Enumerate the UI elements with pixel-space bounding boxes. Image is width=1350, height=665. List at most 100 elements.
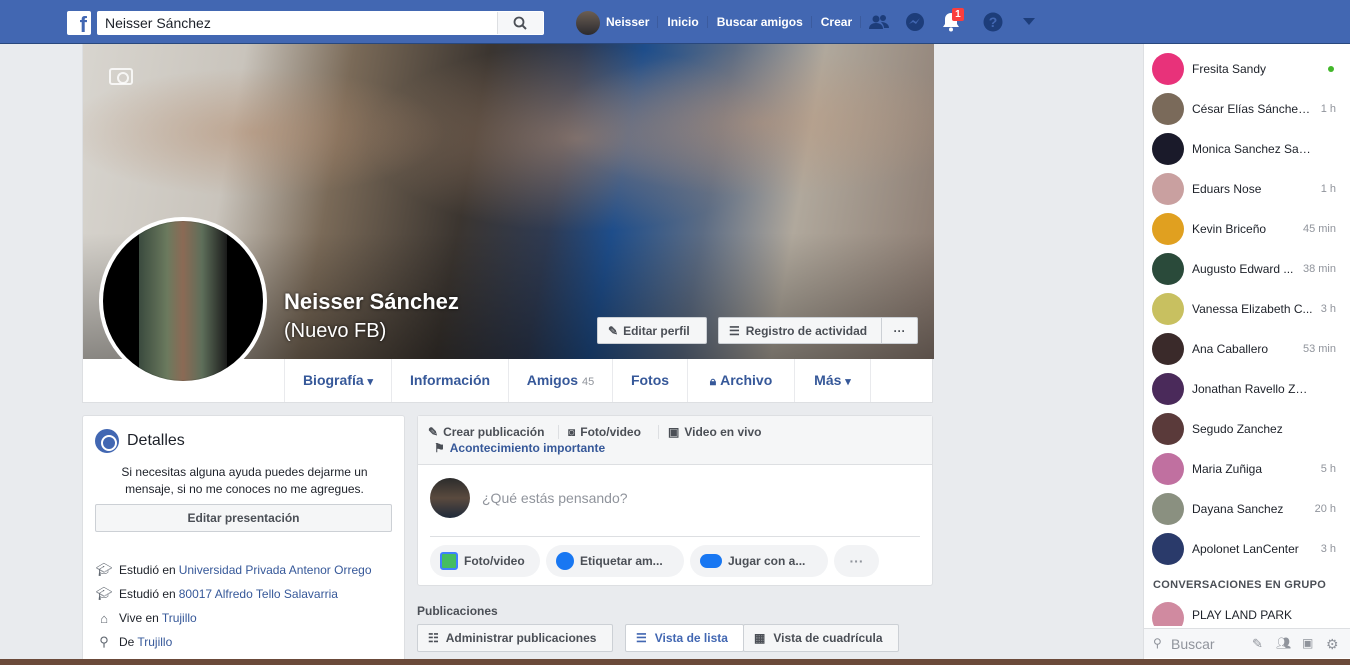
avatar: [1152, 253, 1184, 285]
last-active-time: 3 h: [1320, 543, 1336, 555]
contact-item[interactable]: Vanessa Elizabeth C... 3 h: [1144, 289, 1350, 329]
contact-name: Segudo Zanchez: [1192, 422, 1283, 436]
play-with-button[interactable]: Jugar con a...: [690, 545, 828, 577]
profile-link-label: Neisser: [606, 15, 650, 29]
location-pin-icon: ⚲: [99, 634, 109, 649]
avatar: [1152, 602, 1184, 626]
more-actions-button[interactable]: ···: [834, 545, 879, 577]
avatar: [1152, 53, 1184, 85]
last-active-time: 3 h: [1320, 303, 1336, 315]
camera-icon[interactable]: [109, 68, 133, 85]
details-card: Detalles Si necesitas alguna ayuda puede…: [82, 415, 405, 665]
create-link[interactable]: Crear: [812, 10, 862, 34]
friend-requests-button[interactable]: [861, 0, 897, 44]
lives-in-prefix: Vive en: [119, 611, 159, 625]
contact-name: Dayana Sanchez: [1192, 502, 1284, 516]
chevron-down-icon: ▾: [845, 376, 851, 388]
contact-name: Augusto Edward ...: [1192, 262, 1294, 276]
search-icon: ⚲: [1153, 636, 1162, 650]
life-event-tab[interactable]: ⚑ Acontecimiento importante: [434, 441, 605, 455]
hometown-prefix: De: [119, 635, 135, 649]
education-prefix-2: Estudió en: [119, 587, 176, 601]
lives-in-row: ⌂ Vive en Trujillo: [95, 610, 197, 626]
education-link-2[interactable]: 80017 Alfredo Tello Salavarria: [179, 587, 338, 601]
help-button[interactable]: ?: [975, 0, 1011, 44]
contact-item[interactable]: Jonathan Ravello Zurita: [1144, 369, 1350, 409]
create-post-tab[interactable]: ✎ Crear publicación: [428, 425, 544, 439]
edit-icon[interactable]: ✎: [1252, 636, 1263, 652]
contact-item[interactable]: Eduars Nose 1 h: [1144, 169, 1350, 209]
video-call-icon[interactable]: ▣: [1302, 636, 1313, 650]
photo-video-tab[interactable]: ◙ Foto/video: [558, 425, 641, 439]
tab-archive[interactable]: 🔒︎ Archivo: [688, 359, 795, 402]
search-button[interactable]: [497, 12, 543, 34]
avatar: [1152, 173, 1184, 205]
messenger-icon: [906, 13, 925, 31]
game-controller-icon: [700, 554, 722, 568]
contact-item[interactable]: Ana Caballero 53 min: [1144, 329, 1350, 369]
contact-name: Apolonet LanCenter: [1192, 542, 1299, 556]
tab-timeline[interactable]: Biografía ▾: [284, 359, 392, 402]
globe-icon: [95, 429, 119, 453]
contact-item[interactable]: Augusto Edward ... 38 min: [1144, 249, 1350, 289]
contact-item[interactable]: Apolonet LanCenter 3 h: [1144, 529, 1350, 569]
hometown-row: ⚲ De Trujillo: [95, 634, 172, 650]
os-taskbar: [0, 659, 1350, 665]
activity-log-button[interactable]: ☰ Registro de actividad: [718, 317, 881, 344]
create-post-label: Crear publicación: [443, 425, 545, 439]
tag-friends-icon: [556, 552, 574, 570]
profile-picture-image: [103, 221, 263, 381]
chat-search[interactable]: ⚲ Buscar ✎ 👥︎ ▣ ⚙: [1144, 628, 1350, 658]
find-friends-link[interactable]: Buscar amigos: [708, 10, 812, 34]
tag-friends-button[interactable]: Etiquetar am...: [546, 545, 684, 577]
tab-more[interactable]: Más ▾: [795, 359, 871, 402]
tab-more-label: Más: [814, 372, 842, 388]
tab-photos[interactable]: Fotos: [613, 359, 688, 402]
account-menu-button[interactable]: [1011, 0, 1047, 44]
contact-item[interactable]: Segudo Zanchez: [1144, 409, 1350, 449]
contact-item[interactable]: Kevin Briceño 45 min: [1144, 209, 1350, 249]
education-link-1[interactable]: Universidad Privada Antenor Orrego: [179, 563, 372, 577]
last-active-time: 53 min: [1302, 343, 1336, 355]
facebook-logo-icon[interactable]: f: [67, 11, 91, 35]
contact-name: Monica Sanchez Sabedra: [1192, 142, 1314, 156]
profile-link[interactable]: Neisser: [576, 10, 659, 35]
edit-profile-button[interactable]: ✎ Editar perfil: [597, 317, 707, 344]
profile-name[interactable]: Neisser Sánchez: [284, 289, 459, 315]
tab-about[interactable]: Información: [392, 359, 509, 402]
list-icon: ☰: [636, 631, 647, 645]
avatar: [1152, 93, 1184, 125]
live-video-tab[interactable]: ▣ Video en vivo: [658, 425, 761, 439]
list-icon: ☰: [729, 323, 740, 338]
messenger-button[interactable]: [897, 0, 933, 44]
search-input[interactable]: [98, 12, 498, 34]
grid-view-button[interactable]: ▦ Vista de cuadrícula: [743, 624, 899, 652]
tab-friends[interactable]: Amigos 45: [509, 359, 613, 402]
contact-item[interactable]: Maria Zuñiga 5 h: [1144, 449, 1350, 489]
manage-posts-button[interactable]: ☷ Administrar publicaciones: [417, 624, 613, 652]
caret-down-icon: [1023, 18, 1036, 25]
pencil-icon: ✎: [428, 425, 439, 439]
list-view-button[interactable]: ☰ Vista de lista: [625, 624, 744, 652]
edit-bio-button[interactable]: Editar presentación: [95, 504, 392, 532]
group-item[interactable]: PLAY LAND PARK: [1144, 596, 1350, 626]
contact-item[interactable]: Fresita Sandy: [1144, 49, 1350, 89]
contact-item[interactable]: Dayana Sanchez 20 h: [1144, 489, 1350, 529]
chat-search-input[interactable]: Buscar: [1171, 636, 1215, 652]
avatar: [1152, 293, 1184, 325]
contact-name: Jonathan Ravello Zurita: [1192, 382, 1314, 396]
home-link[interactable]: Inicio: [658, 10, 709, 34]
edit-profile-label: Editar perfil: [623, 323, 690, 338]
hometown-link[interactable]: Trujillo: [137, 635, 172, 649]
contact-item[interactable]: César Elías Sánchez... 1 h: [1144, 89, 1350, 129]
settings-gear-icon[interactable]: ⚙: [1326, 636, 1339, 653]
photo-video-button[interactable]: Foto/video: [430, 545, 540, 577]
contact-name: Ana Caballero: [1192, 342, 1269, 356]
contact-item[interactable]: Monica Sanchez Sabedra: [1144, 129, 1350, 169]
new-group-icon[interactable]: 👥︎: [1276, 636, 1291, 650]
lives-in-link[interactable]: Trujillo: [162, 611, 197, 625]
composer-input[interactable]: ¿Qué estás pensando?: [482, 490, 628, 506]
profile-picture[interactable]: [99, 217, 267, 385]
more-options-button[interactable]: ···: [881, 317, 918, 344]
notifications-button[interactable]: 1: [933, 0, 969, 44]
